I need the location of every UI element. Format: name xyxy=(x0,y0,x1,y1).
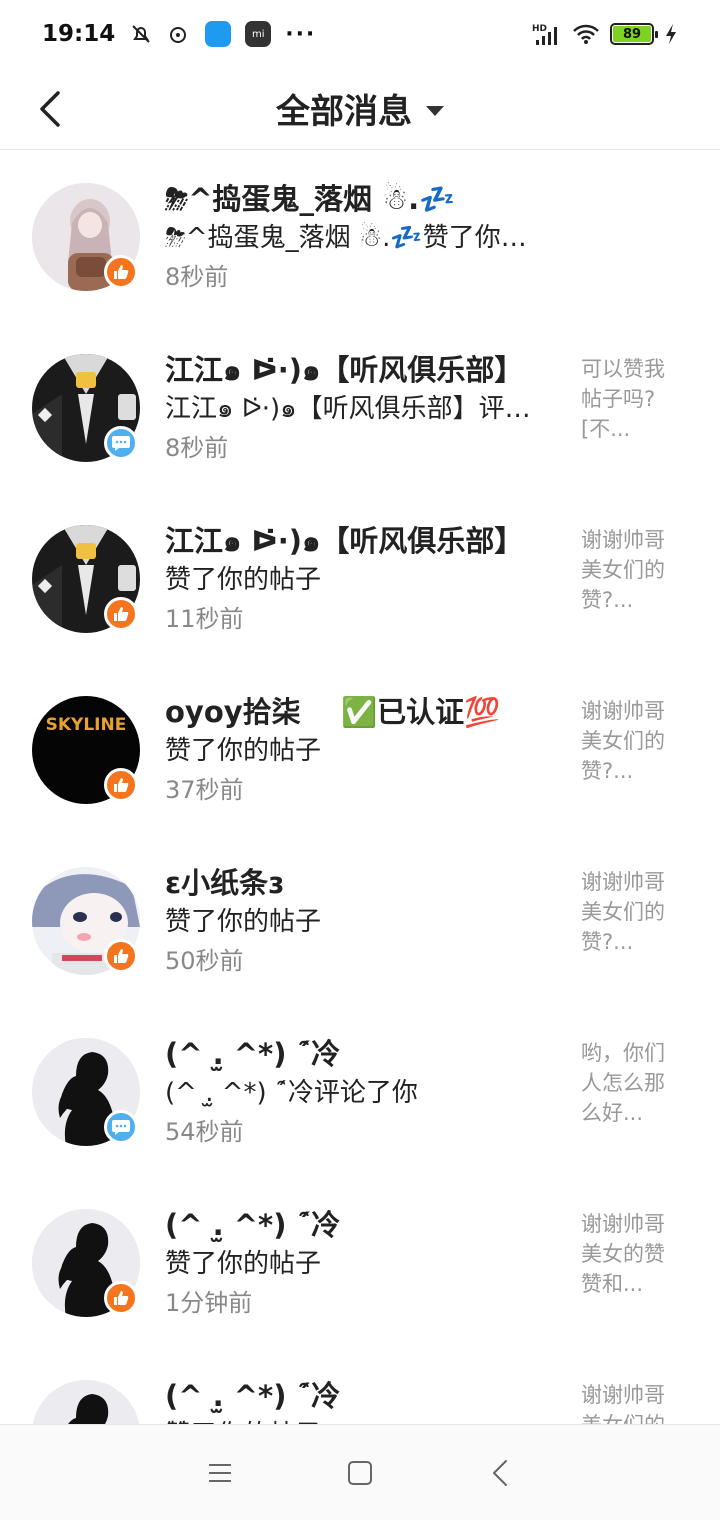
preview-line: 赞?... xyxy=(581,588,634,612)
message-item[interactable]: 江江๑ ᐅ̇·)๑【听风俱乐部】 赞了你的帖子 11秒前 谢谢帅哥 美女们的 赞… xyxy=(0,493,720,664)
wifi-icon xyxy=(572,23,600,45)
message-item[interactable]: (^ .̫ ^*) ˊ̑冷 赞了你的帖子 1分钟前 谢谢帅哥 美女的赞 赞和..… xyxy=(0,1177,720,1348)
hd-signal-icon: HD xyxy=(532,22,562,46)
preview-line: 谢谢帅哥 xyxy=(581,528,665,552)
sender-name: (^ .̫ ^*) ˊ̑冷 xyxy=(165,1037,341,1071)
message-action: 江江๑ ᐅ̇·)๑【听风俱乐部】评… xyxy=(165,394,531,424)
svg-text:SKYLINE: SKYLINE xyxy=(46,715,127,735)
post-preview[interactable]: 谢谢帅哥 美女的赞 赞和... xyxy=(581,1209,686,1299)
charging-icon xyxy=(664,23,678,45)
battery-icon: 89 xyxy=(610,23,658,45)
recent-apps-button[interactable] xyxy=(190,1443,250,1503)
like-badge-icon xyxy=(104,597,138,631)
app-chip-blue-icon xyxy=(205,21,232,47)
preview-line: 人怎么那 xyxy=(581,1071,665,1095)
battery-level: 89 xyxy=(613,26,651,42)
message-action: (^ .̫ ^*) ˊ̑冷评论了你 xyxy=(165,1078,418,1108)
message-time: 37秒前 xyxy=(165,776,244,804)
nav-back-button[interactable] xyxy=(470,1443,530,1503)
message-action: 赞了你的帖子 xyxy=(165,1416,560,1424)
svg-text:HD: HD xyxy=(532,24,547,34)
preview-line: 谢谢帅哥 xyxy=(581,870,665,894)
preview-line: 么好... xyxy=(581,1101,644,1125)
preview-line: 美女们的 xyxy=(581,729,665,753)
more-dots-icon: ··· xyxy=(285,21,317,47)
sender-name: oyoy拾柒 ✅已认证💯 xyxy=(165,695,501,729)
preview-line: 美女们的 xyxy=(581,1410,686,1424)
preview-line: 美女们的 xyxy=(581,558,665,582)
mi-app-icon: mi xyxy=(245,21,272,47)
sender-name: 江江๑ ᐅ̇·)๑【听风俱乐部】 xyxy=(165,524,524,558)
message-action: 赞了你的帖子 xyxy=(165,736,322,766)
bell-off-icon xyxy=(129,22,153,46)
message-time: 8秒前 xyxy=(165,263,229,291)
preview-line: [不... xyxy=(581,417,631,441)
message-list[interactable]: ⛈^捣蛋鬼_落烟 ☃.💤 ⛈^捣蛋鬼_落烟 ☃.💤赞了你… 8秒前 江江๑ ᐅ̇… xyxy=(0,151,720,1424)
message-item[interactable]: (^ .̫ ^*) ˊ̑冷 (^ .̫ ^*) ˊ̑冷评论了你 54秒前 哟，你… xyxy=(0,1006,720,1177)
like-badge-icon xyxy=(104,939,138,973)
chevron-left-icon xyxy=(40,91,60,127)
status-time: 19:14 xyxy=(42,21,116,47)
like-badge-icon xyxy=(104,255,138,289)
post-preview[interactable]: 哟，你们 人怎么那 么好... xyxy=(581,1038,686,1128)
home-button[interactable] xyxy=(330,1443,390,1503)
back-button[interactable] xyxy=(30,86,70,132)
like-badge-icon xyxy=(104,1281,138,1315)
message-item[interactable]: ɛ小纸条ɜ 赞了你的帖子 50秒前 谢谢帅哥 美女们的 赞?... xyxy=(0,835,720,1006)
message-item[interactable]: SKYLINE oyoy拾柒 ✅已认证💯 赞了你的帖子 37秒前 谢谢帅哥 美女… xyxy=(0,664,720,835)
back-triangle-icon xyxy=(493,1459,507,1486)
preview-line: 谢谢帅哥 xyxy=(581,1383,665,1407)
music-icon xyxy=(167,22,191,46)
message-time: 50秒前 xyxy=(165,947,244,975)
system-nav-bar xyxy=(0,1424,720,1520)
message-item[interactable]: ⛈^捣蛋鬼_落烟 ☃.💤 ⛈^捣蛋鬼_落烟 ☃.💤赞了你… 8秒前 xyxy=(0,151,720,322)
header: 全部消息 xyxy=(0,68,720,150)
silhouette-avatar-image xyxy=(32,1380,140,1424)
message-action: 赞了你的帖子 xyxy=(165,565,322,595)
message-item[interactable]: (^ .̫ ^*) ˊ̑冷 赞了你的帖子 谢谢帅哥 美女们的 xyxy=(0,1348,720,1424)
sender-name: ⛈^捣蛋鬼_落烟 ☃.💤 xyxy=(165,182,456,216)
caret-down-icon xyxy=(426,105,444,116)
sender-name: ɛ小纸条ɜ xyxy=(165,866,284,900)
sender-name: (^ .̫ ^*) ˊ̑冷 xyxy=(165,1379,341,1413)
preview-line: 谢谢帅哥 xyxy=(581,1212,665,1236)
avatar[interactable] xyxy=(32,1380,140,1424)
sender-name: (^ .̫ ^*) ˊ̑冷 xyxy=(165,1208,341,1242)
comment-badge-icon xyxy=(104,1110,138,1144)
post-preview[interactable]: 谢谢帅哥 美女们的 赞?... xyxy=(581,525,686,615)
preview-line: 赞?... xyxy=(581,759,634,783)
preview-line: 谢谢帅哥 xyxy=(581,699,665,723)
preview-line: 可以赞我 xyxy=(581,357,665,381)
message-time: 8秒前 xyxy=(165,434,229,462)
preview-line: 赞?... xyxy=(581,930,634,954)
preview-line: 美女们的 xyxy=(581,900,665,924)
post-preview[interactable]: 谢谢帅哥 美女们的 赞?... xyxy=(581,867,686,957)
comment-badge-icon xyxy=(104,426,138,460)
home-square-icon xyxy=(348,1460,372,1485)
status-bar: 19:14 mi ··· HD 89 xyxy=(0,0,720,68)
message-action: 赞了你的帖子 xyxy=(165,1249,322,1279)
menu-icon xyxy=(209,1463,231,1482)
sender-name: 江江๑ ᐅ̇·)๑【听风俱乐部】 xyxy=(165,353,524,387)
title-dropdown[interactable]: 全部消息 xyxy=(276,84,444,133)
message-time: 54秒前 xyxy=(165,1118,244,1146)
preview-line: 哟，你们 xyxy=(581,1041,665,1065)
preview-line: 赞和... xyxy=(581,1272,644,1296)
page-title: 全部消息 xyxy=(276,92,412,132)
message-action: 赞了你的帖子 xyxy=(165,907,322,937)
like-badge-icon xyxy=(104,768,138,802)
message-item[interactable]: 江江๑ ᐅ̇·)๑【听风俱乐部】 江江๑ ᐅ̇·)๑【听风俱乐部】评… 8秒前 … xyxy=(0,322,720,493)
preview-line: 美女的赞 xyxy=(581,1242,665,1266)
message-time: 1分钟前 xyxy=(165,1289,253,1317)
preview-line: 帖子吗? xyxy=(581,387,656,411)
post-preview[interactable]: 可以赞我 帖子吗? [不... xyxy=(581,354,686,444)
post-preview[interactable]: 谢谢帅哥 美女们的 赞?... xyxy=(581,696,686,786)
message-action: ⛈^捣蛋鬼_落烟 ☃.💤赞了你… xyxy=(165,223,527,253)
message-time: 11秒前 xyxy=(165,605,244,633)
post-preview[interactable]: 谢谢帅哥 美女们的 xyxy=(581,1380,686,1424)
